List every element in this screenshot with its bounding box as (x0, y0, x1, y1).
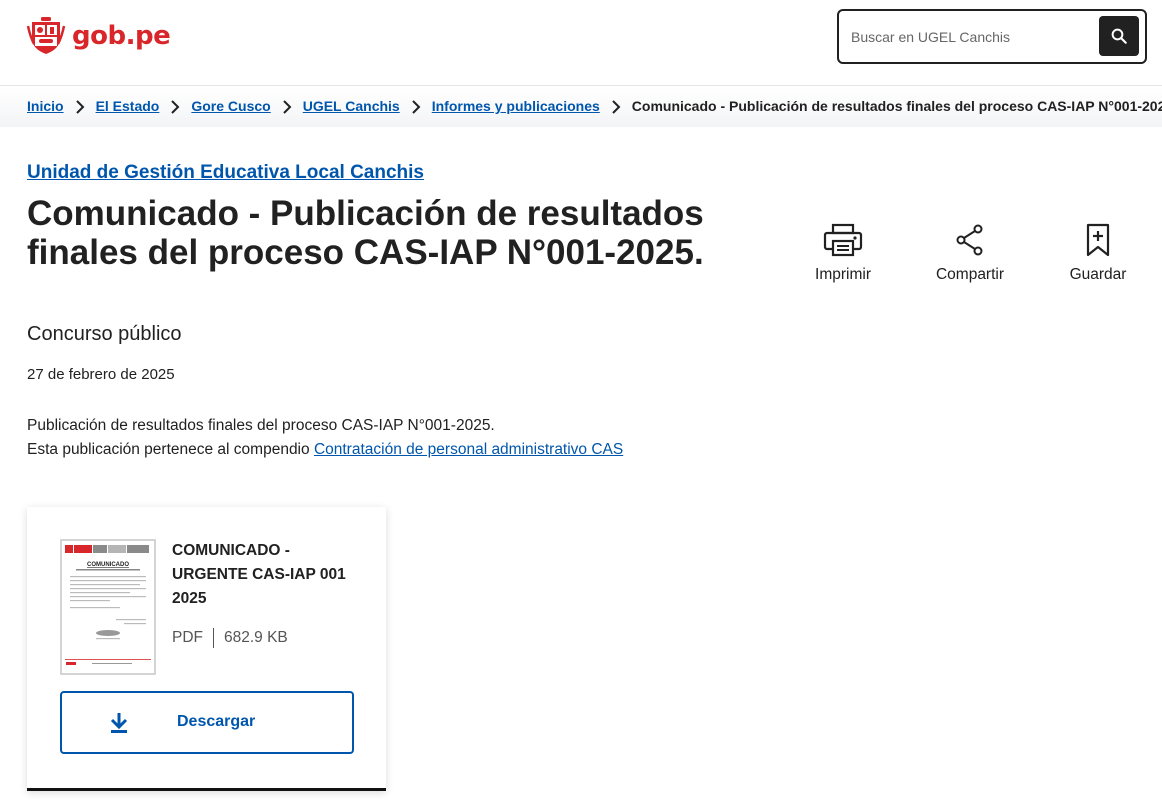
breadcrumb-item-inicio[interactable]: Inicio (27, 98, 64, 114)
site-header: gob.pe (0, 0, 1162, 86)
breadcrumb: Inicio El Estado Gore Cusco UGEL Canchis… (27, 98, 1162, 114)
share-button[interactable]: Compartir (920, 222, 1020, 284)
compendium-link[interactable]: Contratación de personal administrativo … (314, 441, 623, 458)
printer-icon (823, 223, 863, 257)
chevron-right-icon (600, 98, 632, 115)
chevron-right-icon (400, 98, 432, 115)
pdf-preview-image: COMUNICADO (62, 541, 154, 673)
chevron-right-icon (64, 98, 96, 115)
document-thumbnail[interactable]: COMUNICADO (60, 539, 156, 675)
save-label: Guardar (1069, 266, 1127, 283)
share-label: Compartir (935, 266, 1005, 283)
download-icon (110, 713, 128, 733)
document-format: PDF (172, 629, 203, 646)
thumbnail-heading: COMUNICADO (87, 562, 129, 568)
meta-divider (213, 628, 214, 648)
document-card: COMUNICADO COMUNICADO - URGENTE CAS-IAP … (27, 507, 386, 791)
logo-text: gob.pe (72, 21, 171, 51)
print-button[interactable]: Imprimir (793, 222, 893, 284)
breadcrumb-band: Inicio El Estado Gore Cusco UGEL Canchis… (0, 87, 1162, 127)
compendium-prefix: Esta publicación pertenece al compendio (27, 441, 314, 458)
chevron-right-icon (271, 98, 303, 115)
peru-coat-of-arms-icon (26, 17, 66, 54)
description-text: Publicación de resultados finales del pr… (27, 417, 495, 434)
download-label: Descargar (177, 713, 256, 730)
save-button[interactable]: Guardar (1048, 222, 1148, 284)
breadcrumb-item-gore-cusco[interactable]: Gore Cusco (191, 98, 270, 114)
search-button[interactable] (1099, 16, 1139, 56)
organization-link[interactable]: Unidad de Gestión Educativa Local Canchi… (27, 162, 424, 184)
page-title: Comunicado - Publicación de resultados f… (27, 194, 704, 272)
document-title[interactable]: COMUNICADO - URGENTE CAS-IAP 001 2025 (172, 539, 362, 611)
breadcrumb-item-informes[interactable]: Informes y publicaciones (432, 98, 600, 114)
search-box (837, 9, 1147, 64)
bookmark-add-icon (1086, 223, 1110, 257)
document-meta: PDF 682.9 KB (172, 628, 288, 648)
search-input[interactable] (851, 24, 1091, 50)
search-icon (1111, 28, 1127, 44)
gob-pe-logo[interactable]: gob.pe (26, 15, 171, 57)
chevron-right-icon (159, 98, 191, 115)
compendium-line: Esta publicación pertenece al compendio … (27, 438, 623, 462)
description: Publicación de resultados finales del pr… (27, 414, 623, 462)
publication-date: 27 de febrero de 2025 (27, 366, 175, 383)
download-button[interactable]: Descargar (60, 691, 354, 754)
breadcrumb-item-el-estado[interactable]: El Estado (96, 98, 160, 114)
document-size: 682.9 KB (224, 629, 288, 646)
breadcrumb-item-ugel-canchis[interactable]: UGEL Canchis (303, 98, 400, 114)
share-icon (956, 224, 983, 256)
print-label: Imprimir (815, 266, 871, 283)
breadcrumb-current: Comunicado - Publicación de resultados f… (631, 98, 1162, 115)
page-subtitle: Concurso público (27, 323, 182, 345)
